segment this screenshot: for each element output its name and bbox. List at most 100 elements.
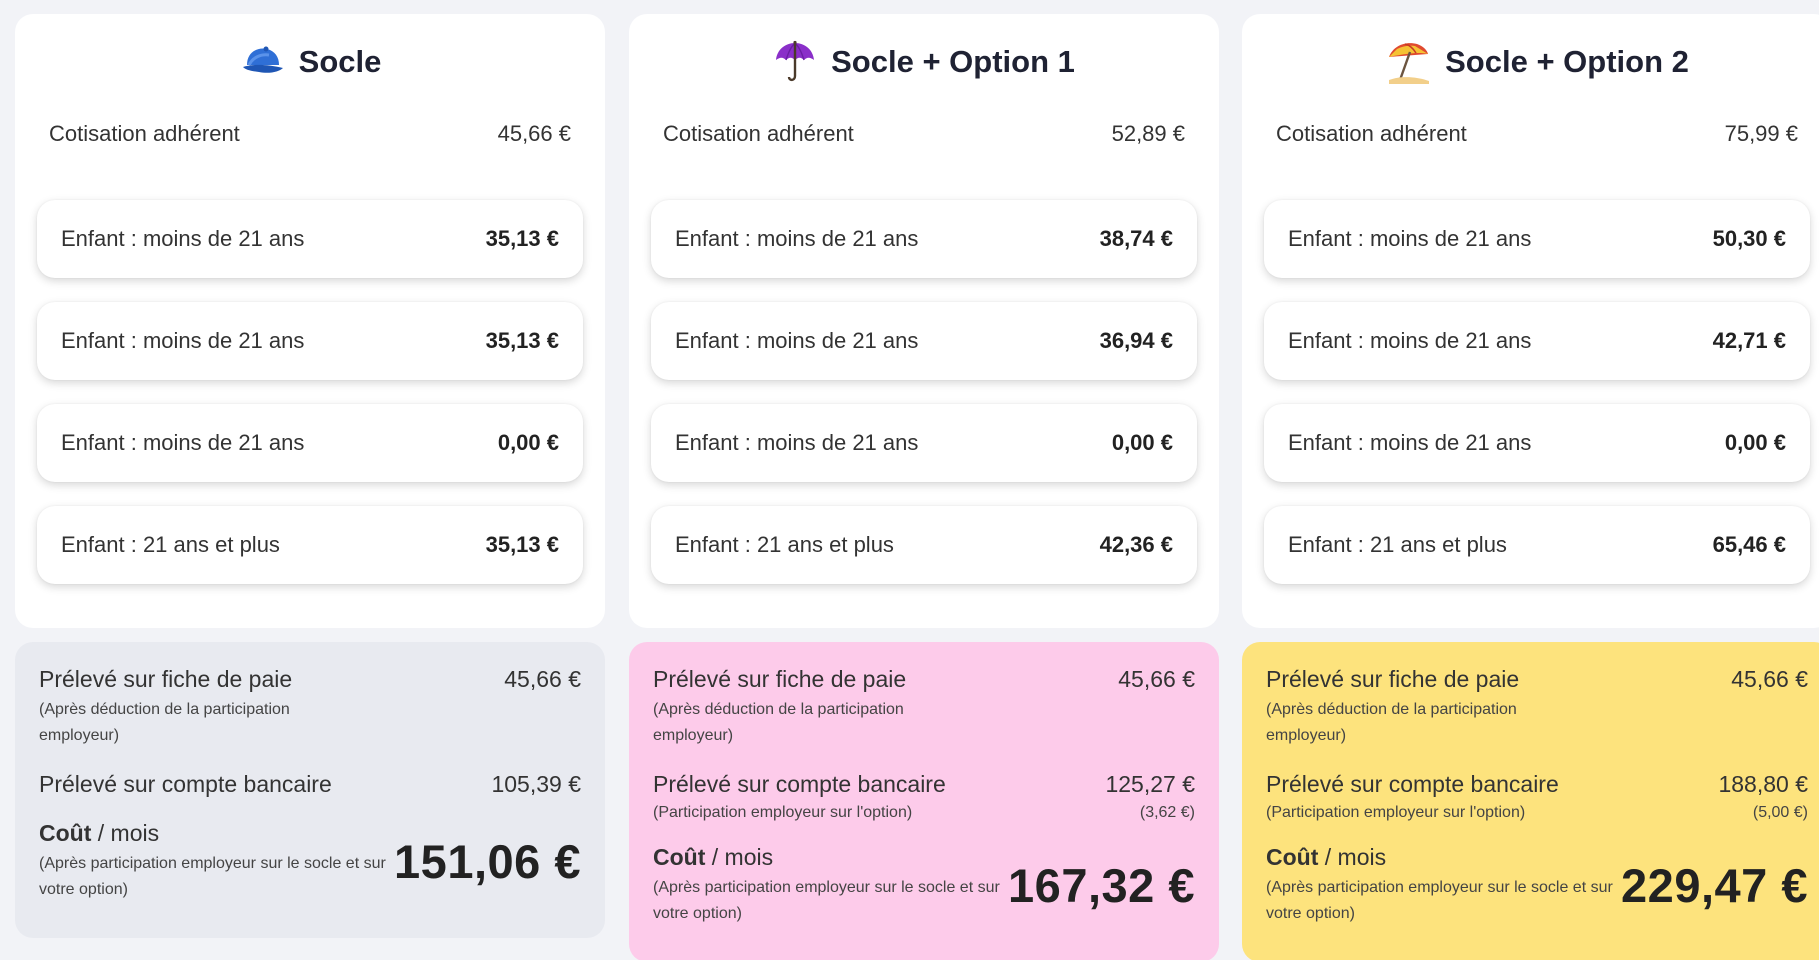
child-row: Enfant : moins de 21 ans 0,00 € (1264, 404, 1810, 482)
cost-title: Coût / mois (1266, 844, 1616, 871)
payslip-label: Prélevé sur fiche de paie (653, 666, 907, 692)
payslip-row: Prélevé sur fiche de paie 45,66 € (653, 666, 1195, 693)
child-row: Enfant : moins de 21 ans 0,00 € (37, 404, 583, 482)
plan-title-text: Socle + Option 2 (1445, 44, 1689, 79)
cost-summary: Prélevé sur fiche de paie 45,66 € (Après… (1242, 642, 1819, 960)
cost-note: (Après participation employeur sur le so… (1266, 879, 1613, 922)
child-row: Enfant : 21 ans et plus 35,13 € (37, 506, 583, 584)
child-row: Enfant : moins de 21 ans 36,94 € (651, 302, 1197, 380)
payslip-note: (Après déduction de la participation emp… (1266, 701, 1517, 744)
child-label: Enfant : moins de 21 ans (675, 430, 919, 455)
plan-title: Socle + Option 1 (629, 14, 1219, 106)
child-amount: 38,74 € (1099, 226, 1173, 251)
payslip-value: 45,66 € (1118, 666, 1195, 692)
child-label: Enfant : moins de 21 ans (1288, 328, 1532, 353)
payslip-row: Prélevé sur fiche de paie 45,66 € (1266, 666, 1808, 693)
cost-title-bold: Coût (39, 820, 92, 846)
child-amount: 0,00 € (1111, 430, 1173, 455)
child-row: Enfant : moins de 21 ans 0,00 € (651, 404, 1197, 482)
bank-value: 188,80 € (1718, 771, 1808, 797)
child-label: Enfant : moins de 21 ans (675, 328, 919, 353)
child-amount: 42,71 € (1712, 328, 1786, 353)
bank-value: 125,27 € (1105, 771, 1195, 797)
child-amount: 50,30 € (1712, 226, 1786, 251)
child-amount: 0,00 € (1724, 430, 1786, 455)
child-amount: 42,36 € (1099, 532, 1173, 557)
payslip-row: Prélevé sur fiche de paie 45,66 € (39, 666, 581, 693)
employer-option-note: (Participation employeur sur l'option) (1266, 804, 1526, 821)
child-label: Enfant : 21 ans et plus (675, 532, 894, 557)
member-label: Cotisation adhérent (663, 121, 854, 146)
cost-value: 167,32 € (1008, 859, 1195, 912)
member-row: Cotisation adhérent 52,89 € (629, 106, 1219, 162)
cost-title-rest: / mois (91, 820, 160, 846)
payslip-note: (Après déduction de la participation emp… (39, 701, 290, 744)
child-row: Enfant : moins de 21 ans 38,74 € (651, 200, 1197, 278)
plan-card: Socle + Option 2 Cotisation adhérent 75,… (1242, 14, 1819, 628)
member-value: 45,66 € (497, 121, 571, 146)
child-amount: 0,00 € (497, 430, 559, 455)
children-list: Enfant : moins de 21 ans 38,74 € Enfant … (629, 200, 1219, 584)
child-label: Enfant : moins de 21 ans (1288, 226, 1532, 251)
child-amount: 35,13 € (485, 532, 559, 557)
child-amount: 35,13 € (485, 328, 559, 353)
bank-row: Prélevé sur compte bancaire 105,39 € (39, 771, 581, 798)
employer-option-value: (3,62 €) (1139, 804, 1195, 821)
plan-title: Socle (15, 14, 605, 106)
bank-label: Prélevé sur compte bancaire (653, 771, 946, 797)
plan-title-text: Socle + Option 1 (831, 44, 1075, 79)
plan-column-option-2: Socle + Option 2 Cotisation adhérent 75,… (1242, 14, 1819, 960)
bank-row: Prélevé sur compte bancaire 188,80 € (1266, 771, 1808, 798)
member-value: 75,99 € (1724, 121, 1798, 146)
member-row: Cotisation adhérent 45,66 € (15, 106, 605, 162)
child-label: Enfant : moins de 21 ans (675, 226, 919, 251)
cost-title-bold: Coût (653, 844, 706, 870)
payslip-label: Prélevé sur fiche de paie (39, 666, 293, 692)
cost-summary: Prélevé sur fiche de paie 45,66 € (Après… (629, 642, 1219, 960)
child-row: Enfant : 21 ans et plus 42,36 € (651, 506, 1197, 584)
cost-title-rest: / mois (705, 844, 774, 870)
cost-title: Coût / mois (39, 820, 389, 847)
child-label: Enfant : 21 ans et plus (1288, 532, 1507, 557)
cost-value: 151,06 € (394, 835, 581, 888)
cost-title-bold: Coût (1266, 844, 1319, 870)
children-list: Enfant : moins de 21 ans 50,30 € Enfant … (1242, 200, 1819, 584)
employer-option-note: (Participation employeur sur l'option) (653, 804, 913, 821)
child-amount: 36,94 € (1099, 328, 1173, 353)
bank-value: 105,39 € (491, 771, 581, 797)
umbrella-icon (773, 40, 817, 84)
cost-value: 229,47 € (1621, 859, 1808, 912)
payslip-label: Prélevé sur fiche de paie (1266, 666, 1520, 692)
child-label: Enfant : moins de 21 ans (1288, 430, 1532, 455)
child-label: Enfant : moins de 21 ans (61, 430, 305, 455)
plan-card: Socle + Option 1 Cotisation adhérent 52,… (629, 14, 1219, 628)
plan-title-text: Socle (298, 44, 382, 79)
payslip-value: 45,66 € (504, 666, 581, 692)
member-label: Cotisation adhérent (49, 121, 240, 146)
monthly-cost: Coût / mois (Après participation employe… (653, 844, 1195, 927)
bank-label: Prélevé sur compte bancaire (1266, 771, 1559, 797)
plan-title: Socle + Option 2 (1242, 14, 1819, 106)
cost-title: Coût / mois (653, 844, 1003, 871)
cost-note: (Après participation employeur sur le so… (39, 855, 386, 898)
employer-option-row: (Participation employeur sur l'option) (… (1266, 804, 1808, 822)
plan-column-option-1: Socle + Option 1 Cotisation adhérent 52,… (629, 14, 1219, 960)
child-row: Enfant : moins de 21 ans 50,30 € (1264, 200, 1810, 278)
child-label: Enfant : 21 ans et plus (61, 532, 280, 557)
member-row: Cotisation adhérent 75,99 € (1242, 106, 1819, 162)
beach-umbrella-icon (1385, 40, 1431, 84)
child-amount: 35,13 € (485, 226, 559, 251)
plan-card: Socle Cotisation adhérent 45,66 € Enfant… (15, 14, 605, 628)
monthly-cost: Coût / mois (Après participation employe… (39, 820, 581, 903)
payslip-value: 45,66 € (1731, 666, 1808, 692)
monthly-cost: Coût / mois (Après participation employe… (1266, 844, 1808, 927)
child-row: Enfant : moins de 21 ans 35,13 € (37, 302, 583, 380)
bank-row: Prélevé sur compte bancaire 125,27 € (653, 771, 1195, 798)
children-list: Enfant : moins de 21 ans 35,13 € Enfant … (15, 200, 605, 584)
child-row: Enfant : moins de 21 ans 42,71 € (1264, 302, 1810, 380)
child-row: Enfant : 21 ans et plus 65,46 € (1264, 506, 1810, 584)
payslip-note: (Après déduction de la participation emp… (653, 701, 904, 744)
child-amount: 65,46 € (1712, 532, 1786, 557)
child-label: Enfant : moins de 21 ans (61, 328, 305, 353)
cost-note: (Après participation employeur sur le so… (653, 879, 1000, 922)
